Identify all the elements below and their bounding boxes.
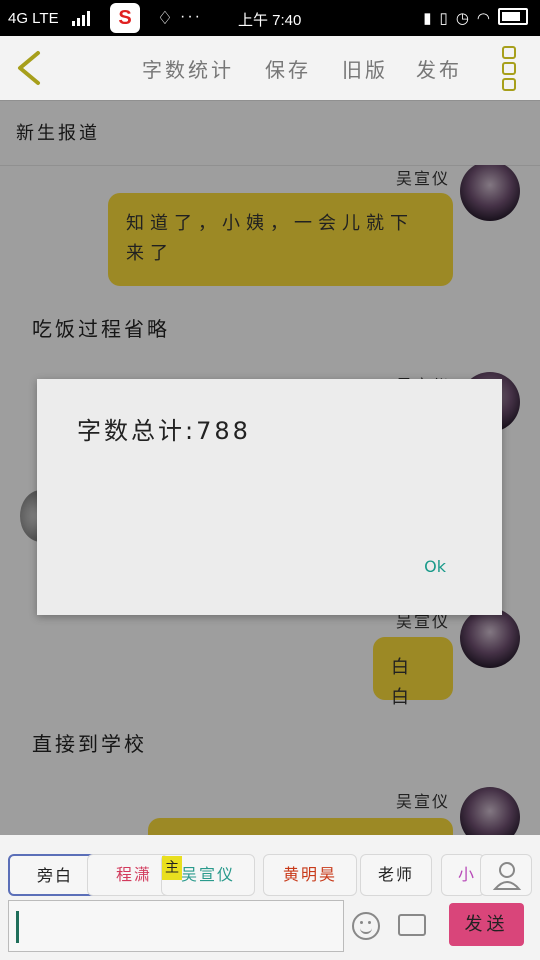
ok-button[interactable]: Ok — [424, 557, 446, 576]
dialog-message: 字数总计:788 — [77, 417, 251, 445]
more-menu-icon[interactable] — [502, 46, 516, 94]
emoji-icon[interactable] — [352, 912, 380, 940]
back-arrow-icon[interactable] — [14, 50, 44, 86]
sogou-app-icon: S — [110, 3, 140, 33]
role-selector: 旁白 程潇 吴宣仪 黄明昊 老师 小 — [0, 848, 540, 902]
role-teacher[interactable]: 老师 — [360, 854, 432, 896]
image-icon[interactable] — [398, 914, 426, 936]
message-input[interactable] — [8, 900, 344, 952]
manage-roles-button[interactable] — [480, 854, 532, 896]
network-indicator: 4G LTE — [8, 10, 59, 27]
qq-app-icon: ♢ — [156, 8, 174, 28]
old-version-button[interactable]: 旧版 — [342, 54, 388, 83]
alarm-icon: ◷ — [455, 10, 477, 27]
status-bar: 4G LTE S ♢ ··· 上午 7:40 ▮▯◷◠ — [0, 0, 540, 36]
send-button[interactable]: 发送 — [449, 903, 524, 946]
input-bar: 发送 — [0, 900, 540, 960]
text-cursor — [16, 911, 19, 943]
more-notifications-icon: ··· — [180, 8, 202, 25]
signal-icon — [72, 10, 92, 26]
save-button[interactable]: 保存 — [265, 54, 311, 83]
battery-icon — [498, 8, 528, 25]
role-partial[interactable]: 小 — [441, 854, 485, 896]
battery-saver-icon: ▮ — [423, 10, 440, 27]
word-count-button[interactable]: 字数统计 — [142, 54, 234, 83]
person-icon — [492, 862, 522, 890]
publish-button[interactable]: 发布 — [416, 54, 462, 83]
top-toolbar: 字数统计 保存 旧版 发布 — [0, 36, 540, 101]
word-count-dialog: 字数总计:788 Ok — [37, 379, 502, 615]
clock: 上午 7:40 — [238, 12, 302, 29]
system-icons: ▮▯◷◠ — [423, 8, 528, 27]
wifi-icon: ◠ — [476, 10, 498, 27]
role-huangminghao[interactable]: 黄明昊 — [263, 854, 357, 896]
vibrate-icon: ▯ — [439, 10, 456, 27]
main-character-badge: 主 — [162, 856, 182, 880]
